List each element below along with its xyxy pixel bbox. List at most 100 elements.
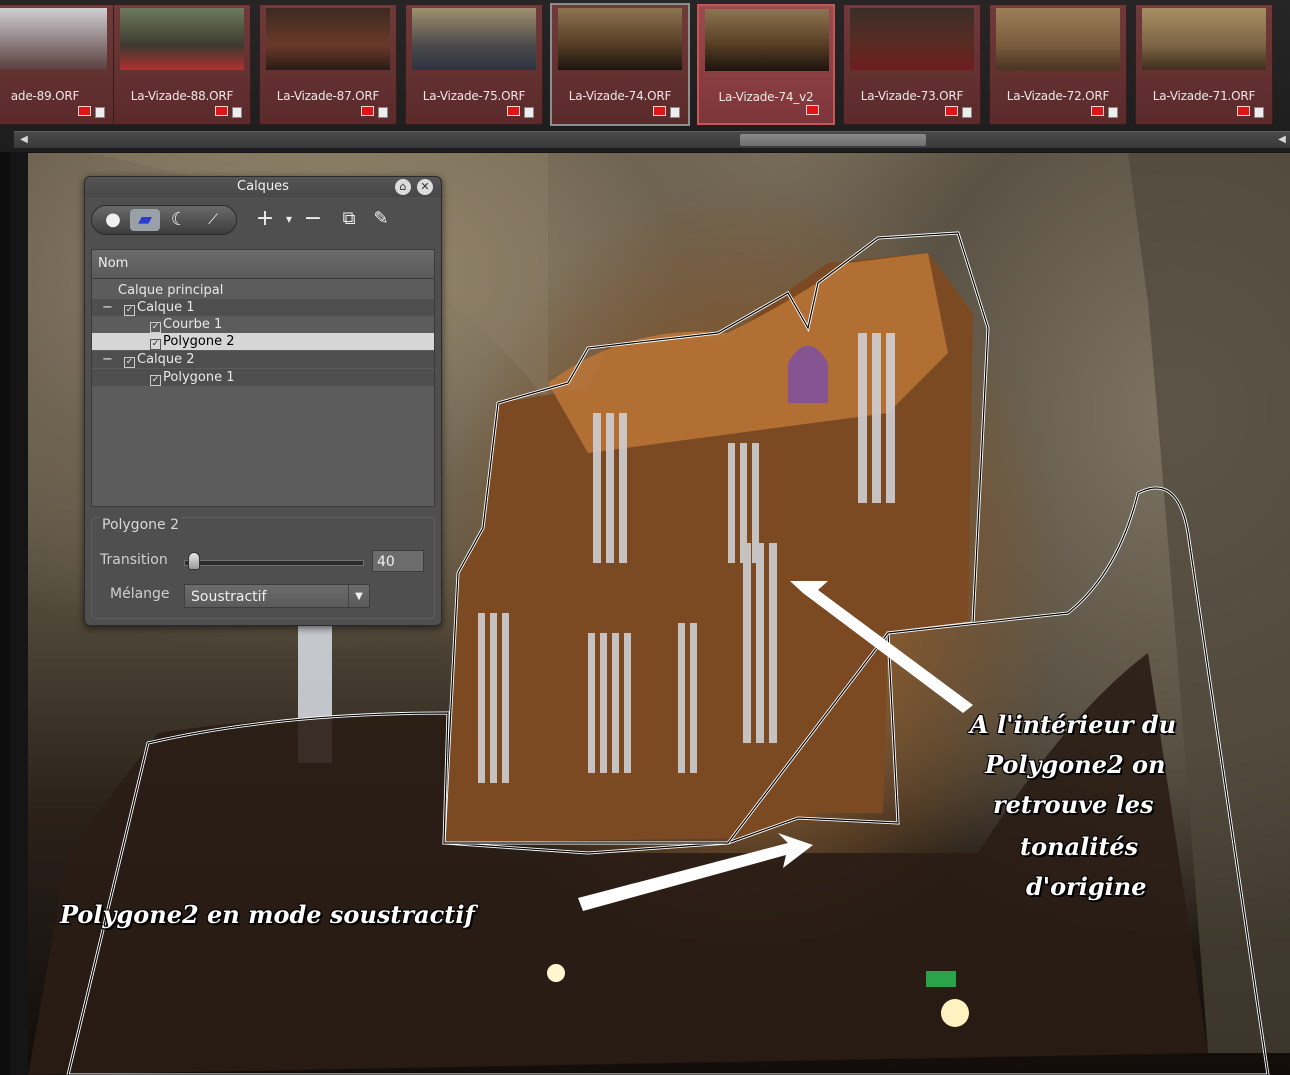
thumbnail-image — [558, 8, 682, 70]
polygon-tool-icon[interactable]: ▰ — [130, 209, 160, 231]
add-icon[interactable]: + — [253, 207, 277, 231]
curve-tool-icon[interactable]: ☾ — [164, 209, 194, 231]
document-icon — [1254, 107, 1264, 118]
panel-title: Calques — [85, 177, 441, 197]
thumbnail-image — [120, 8, 244, 70]
layer-properties: Polygone 2 Transition 40 Mélange Soustra… — [91, 517, 435, 619]
collapse-icon[interactable]: − — [102, 351, 113, 368]
filmstrip-thumbnails: ade-89.ORF La-Vizade-88.ORF La-Vizade-87… — [0, 0, 1290, 128]
thumbnail-image — [850, 8, 974, 70]
checkbox-icon[interactable]: ✓ — [150, 322, 161, 333]
document-icon — [1108, 107, 1118, 118]
circle-tool-icon[interactable]: ● — [98, 209, 128, 231]
checkbox-icon[interactable]: ✓ — [124, 305, 135, 316]
tree-row-courbe-1[interactable]: ✓ Courbe 1 — [92, 316, 434, 333]
thumbnail-label: La-Vizade-75.ORF — [422, 89, 526, 103]
scrollbar-thumb[interactable] — [740, 134, 926, 146]
flag-icon — [215, 106, 228, 116]
thumbnail-label: La-Vizade-74.ORF — [568, 89, 672, 103]
edit-icon[interactable]: ✎ — [369, 207, 393, 231]
scroll-left-icon[interactable]: ◀ — [16, 132, 32, 148]
blend-mode-value: Soustractif — [191, 589, 267, 605]
thumbnail[interactable]: La-Vizade-87.ORF — [259, 4, 397, 125]
tree-column-header: Nom — [92, 250, 434, 279]
document-icon — [524, 107, 534, 118]
transition-slider-handle[interactable] — [188, 552, 200, 570]
thumbnail-image — [705, 9, 829, 71]
properties-title: Polygone 2 — [100, 517, 181, 533]
collapse-icon[interactable]: − — [102, 299, 113, 316]
checkbox-icon[interactable]: ✓ — [150, 339, 161, 350]
tree-row-calque-2[interactable]: − ✓ Calque 2 — [92, 351, 434, 368]
flag-icon — [361, 106, 374, 116]
document-icon — [962, 107, 972, 118]
blend-mode-select[interactable]: Soustractif ▼ — [184, 584, 370, 608]
thumbnail[interactable]: La-Vizade-88.ORF — [113, 4, 251, 125]
tree-row-main-layer[interactable]: Calque principal — [92, 282, 434, 299]
row-label: Courbe 1 — [163, 317, 223, 332]
flag-icon — [78, 106, 91, 116]
brush-tool-icon[interactable]: ⟋ — [198, 209, 228, 231]
thumbnail-selected[interactable]: La-Vizade-74_v2 — [697, 4, 835, 125]
transition-label: Transition — [100, 552, 168, 568]
thumbnail-image — [266, 8, 390, 70]
annotation-line-3: retrouve les — [993, 790, 1154, 819]
tree-row-polygone-2[interactable]: ✓ Polygone 2 — [92, 333, 434, 350]
blend-label: Mélange — [110, 586, 170, 602]
thumbnail[interactable]: La-Vizade-73.ORF — [843, 4, 981, 125]
row-label: Calque 1 — [137, 300, 195, 315]
layer-toolbar: ● ▰ ☾ ⟋ + ▾ − ⧉ ✎ — [91, 205, 437, 237]
tree-row-calque-1[interactable]: − ✓ Calque 1 — [92, 299, 434, 316]
thumbnail[interactable]: La-Vizade-74.ORF — [550, 3, 690, 126]
thumbnail-label: ade-89.ORF — [10, 89, 80, 103]
thumbnail-image — [996, 8, 1120, 70]
thumbnail[interactable]: La-Vizade-75.ORF — [405, 4, 543, 125]
scroll-right-icon[interactable]: ◀ — [1274, 132, 1290, 148]
window-left-edge — [0, 0, 10, 1075]
layer-tree: Nom Calque principal − ✓ Calque 1 ✓ Courbe… — [91, 249, 435, 507]
flag-icon — [507, 106, 520, 116]
filmstrip: ade-89.ORF La-Vizade-88.ORF La-Vizade-87… — [0, 0, 1290, 152]
checkbox-icon[interactable]: ✓ — [150, 375, 161, 386]
document-icon — [670, 107, 680, 118]
annotation-line-4: tonalités — [1020, 832, 1139, 861]
row-label: Polygone 1 — [163, 370, 235, 385]
document-icon — [95, 107, 105, 118]
thumbnail[interactable]: La-Vizade-72.ORF — [989, 4, 1127, 125]
row-label: Calque 2 — [137, 352, 195, 367]
row-label: Polygone 2 — [163, 334, 235, 349]
home-icon[interactable]: ⌂ — [395, 179, 411, 195]
layers-panel: Calques ⌂ ✕ ● ▰ ☾ ⟋ + ▾ − ⧉ ✎ Nom Calque… — [84, 176, 442, 626]
thumbnail[interactable]: ade-89.ORF — [0, 4, 114, 125]
chevron-down-icon[interactable]: ▼ — [348, 585, 369, 607]
annotation-bottom: Polygone2 en mode soustractif — [60, 900, 475, 929]
flag-icon — [806, 105, 819, 115]
transition-value-field[interactable]: 40 — [372, 550, 424, 572]
annotation-line-2: Polygone2 on — [985, 750, 1166, 779]
thumbnail-image — [1142, 8, 1266, 70]
remove-icon[interactable]: − — [301, 207, 325, 231]
checkbox-icon[interactable]: ✓ — [124, 357, 135, 368]
thumbnail[interactable]: La-Vizade-71.ORF — [1135, 4, 1273, 125]
duplicate-layer-icon[interactable]: ⧉ — [337, 207, 361, 231]
thumbnail-label: La-Vizade-72.ORF — [1006, 89, 1110, 103]
thumbnail-image — [0, 8, 107, 70]
document-icon — [232, 107, 242, 118]
row-label: Calque principal — [118, 283, 224, 298]
filmstrip-scrollbar[interactable]: ◀ ◀ — [14, 131, 1290, 148]
thumbnail-image — [412, 8, 536, 70]
flag-icon — [1091, 106, 1104, 116]
close-icon[interactable]: ✕ — [417, 179, 433, 195]
flag-icon — [653, 106, 666, 116]
thumbnail-label: La-Vizade-88.ORF — [130, 89, 234, 103]
transition-slider-track[interactable] — [184, 560, 364, 566]
tree-row-polygone-1[interactable]: ✓ Polygone 1 — [92, 369, 434, 386]
annotation-line-5: d'origine — [1026, 872, 1147, 901]
thumbnail-label: La-Vizade-73.ORF — [860, 89, 964, 103]
annotation-line-1: A l'intérieur du — [970, 710, 1177, 739]
document-icon — [378, 107, 388, 118]
flag-icon — [945, 106, 958, 116]
thumbnail-label: La-Vizade-74_v2 — [718, 90, 814, 104]
shape-tool-group: ● ▰ ☾ ⟋ — [91, 205, 237, 235]
dropdown-icon[interactable]: ▾ — [277, 207, 301, 231]
